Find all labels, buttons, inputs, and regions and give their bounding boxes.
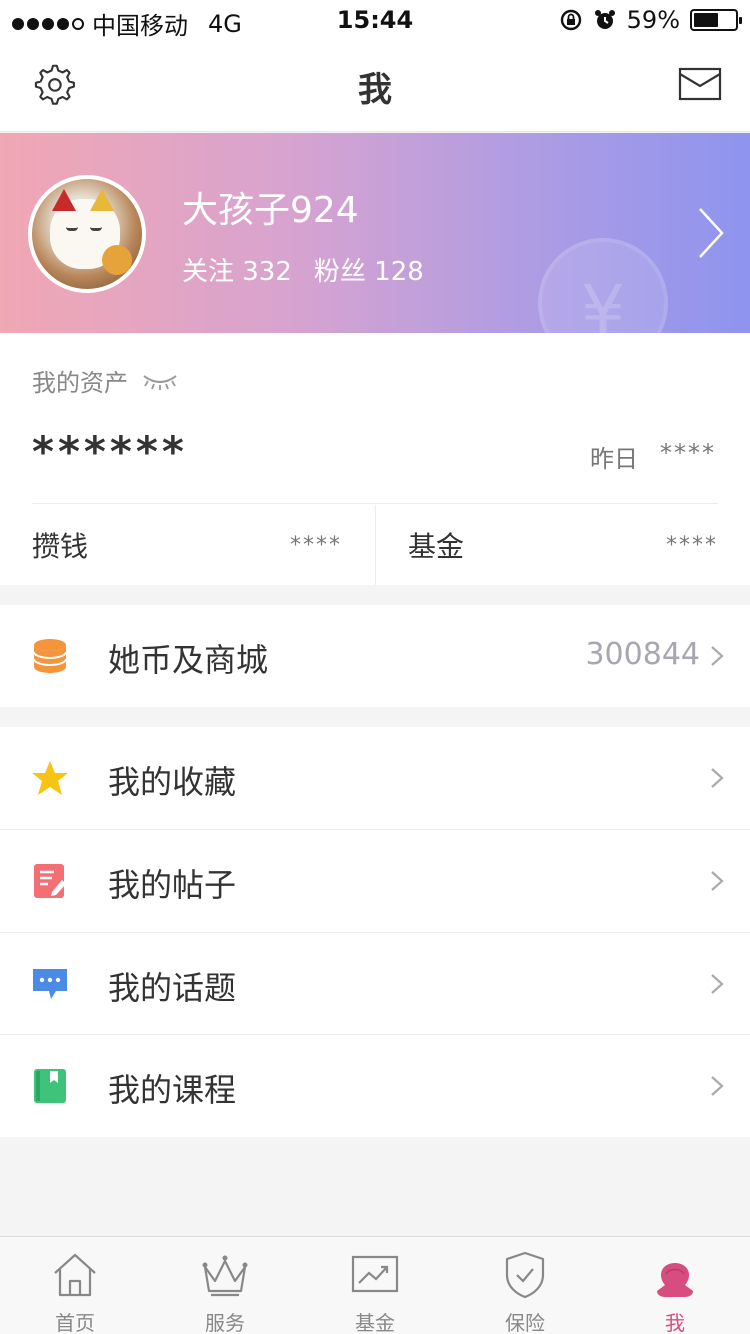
tab-label: 保险 <box>505 1311 545 1334</box>
post-edit-icon <box>34 864 66 898</box>
mail-icon[interactable] <box>678 66 722 102</box>
menu-item-favorites[interactable]: 我的收藏 <box>0 727 750 829</box>
assets-total: ****** <box>32 427 188 476</box>
asset-item-label: 攒钱 <box>32 530 89 563</box>
nav-bar: 我 <box>0 40 750 132</box>
shield-icon <box>505 1251 545 1299</box>
profile-banner[interactable]: ¥ 大孩子924 关注 332 粉丝 128 <box>0 133 750 333</box>
page-title: 我 <box>358 70 392 110</box>
tab-insurance[interactable]: 保险 <box>450 1237 600 1334</box>
chevron-right-icon[interactable] <box>696 205 726 261</box>
chevron-right-icon <box>711 646 724 666</box>
follow-stats: 关注 332 粉丝 128 <box>182 251 424 288</box>
chevron-right-icon <box>711 1076 724 1096</box>
tab-me[interactable]: 我 <box>600 1237 750 1334</box>
tab-label: 首页 <box>55 1311 95 1334</box>
alarm-icon <box>594 10 615 29</box>
tab-home[interactable]: 首页 <box>0 1237 150 1334</box>
menu-item-label: 我的收藏 <box>108 763 237 801</box>
coin-mall-label: 她币及商城 <box>108 641 269 679</box>
star-icon <box>32 761 68 795</box>
menu-item-label: 我的帖子 <box>108 866 237 904</box>
assets-header: 我的资产 <box>32 363 178 398</box>
menu-item-label: 我的话题 <box>108 969 237 1007</box>
menu-item-courses[interactable]: 我的课程 <box>0 1035 750 1137</box>
asset-item-fund[interactable]: 基金 **** <box>408 505 718 585</box>
battery-icon <box>690 9 742 31</box>
menu-item-topics[interactable]: 我的话题 <box>0 933 750 1035</box>
yen-coin-decoration: ¥ <box>538 238 668 333</box>
assets-card: 我的资产 ****** 昨日 **** 攒钱 **** 基金 **** <box>0 333 750 585</box>
asset-item-value: **** <box>290 532 342 558</box>
asset-item-value: **** <box>666 532 718 558</box>
chevron-right-icon <box>711 768 724 788</box>
following-count[interactable]: 关注 332 <box>182 251 292 288</box>
assets-label: 我的资产 <box>32 369 128 397</box>
eye-closed-icon[interactable] <box>142 372 178 390</box>
username: 大孩子924 <box>182 190 359 231</box>
coin-mall-row[interactable]: 她币及商城 300844 <box>0 605 750 707</box>
status-right: 59% <box>559 6 742 34</box>
tab-label: 服务 <box>205 1311 245 1334</box>
avatar[interactable] <box>28 175 146 293</box>
menu-item-posts[interactable]: 我的帖子 <box>0 830 750 932</box>
divider <box>375 505 376 585</box>
yesterday-label: 昨日 <box>590 445 638 473</box>
followers-count[interactable]: 粉丝 128 <box>314 251 424 288</box>
menu-item-label: 我的课程 <box>108 1071 237 1109</box>
course-book-icon <box>34 1069 66 1103</box>
asset-item-savings[interactable]: 攒钱 **** <box>32 505 342 585</box>
chart-icon <box>351 1255 399 1293</box>
chevron-right-icon <box>711 871 724 891</box>
coin-balance: 300844 <box>585 637 700 672</box>
rotation-lock-icon <box>560 9 581 31</box>
tab-bar: 首页 服务 基金 保险 我 <box>0 1236 750 1334</box>
chevron-right-icon <box>711 974 724 994</box>
tab-label: 基金 <box>355 1311 395 1334</box>
crown-icon <box>202 1255 248 1297</box>
tab-fund[interactable]: 基金 <box>300 1237 450 1334</box>
user-icon <box>657 1263 693 1297</box>
home-icon <box>54 1253 96 1297</box>
battery-label: 59% <box>626 6 680 34</box>
coin-stack-icon <box>33 639 67 673</box>
asset-item-label: 基金 <box>408 530 465 563</box>
chat-bubble-icon <box>33 969 67 999</box>
tab-services[interactable]: 服务 <box>150 1237 300 1334</box>
tab-label: 我 <box>665 1311 685 1334</box>
divider <box>32 503 718 504</box>
assets-yesterday: 昨日 **** <box>590 439 716 474</box>
yesterday-value: **** <box>660 439 716 467</box>
status-bar: 中国移动 4G 15:44 59% <box>0 0 750 40</box>
